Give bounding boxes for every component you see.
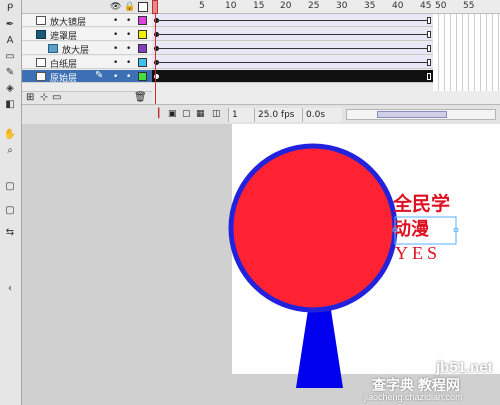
layer-name: 原始层 [50, 74, 78, 84]
frame-span[interactable] [152, 28, 433, 41]
text-tool-icon[interactable]: A [2, 34, 18, 48]
lasso-tool-icon[interactable]: ᑭ [2, 2, 18, 16]
masked-layer-icon [48, 44, 58, 53]
layer-row[interactable]: 白纸层 • • [22, 56, 152, 70]
stage-text-line2: 动漫 [393, 219, 430, 239]
mask-layer-icon [36, 30, 46, 39]
pencil-icon: ✎ [95, 70, 104, 81]
visibility-dot[interactable]: • [113, 58, 118, 68]
pen-tool-icon[interactable]: ✒ [2, 18, 18, 32]
frame-ruler[interactable]: 5 10 15 20 25 30 35 40 45 50 55 [152, 0, 500, 14]
layer-color-swatch[interactable] [138, 58, 147, 67]
eye-icon[interactable]: 👁 [110, 2, 121, 12]
ruler-number: 15 [253, 1, 265, 11]
layer-name: 放大镜层 [50, 18, 87, 28]
ruler-number: 5 [199, 1, 205, 11]
pencil-tool-icon[interactable]: ✎ [2, 66, 18, 80]
layer-name: 白纸层 [50, 60, 78, 70]
ruler-number: 45 [420, 1, 432, 11]
trash-icon[interactable]: 🗑 [134, 92, 147, 103]
timeline-status-bar: ┃ ▣ ▢ ▦ ◫ 1 25.0 fps 0.0s [22, 104, 500, 124]
stage-text-line1: 全民学 [392, 192, 450, 215]
ruler-number: 10 [225, 1, 237, 11]
layer-footer: ⊞ ⊹ ▭ 🗑 [22, 91, 152, 104]
rectangle-tool-icon[interactable]: ▭ [2, 50, 18, 64]
layer-icon [36, 16, 46, 25]
onion-outline-icon[interactable]: ▢ [182, 109, 191, 119]
layer-header: 👁 🔒 [22, 0, 152, 14]
layer-color-swatch[interactable] [138, 72, 147, 81]
timeline-panel: 👁 🔒 5 10 15 20 25 30 35 40 45 50 55 放大镜层… [22, 0, 500, 124]
magnifier-handle [296, 310, 343, 388]
layer-name: 放大层 [62, 46, 90, 56]
onion-markers-icon[interactable]: ◫ [212, 109, 221, 119]
empty-frames-grid[interactable] [433, 14, 500, 91]
outline-icon[interactable] [138, 2, 148, 12]
visibility-dot[interactable]: • [113, 72, 118, 82]
layer-color-swatch[interactable] [138, 16, 147, 25]
lock-dot[interactable]: • [126, 72, 131, 82]
ruler-number: 25 [308, 1, 320, 11]
edit-multiple-icon[interactable]: ▦ [196, 109, 205, 119]
ruler-number: 35 [364, 1, 376, 11]
current-frame: 1 [228, 108, 254, 122]
ruler-number: 50 [435, 1, 447, 11]
stage-text-line3: YES [395, 243, 441, 263]
layer-row-selected[interactable]: 原始层 ✎ • • [22, 70, 152, 84]
layer-color-swatch[interactable] [138, 44, 147, 53]
timeline-scrollbar[interactable] [346, 109, 496, 120]
stage-artwork: 全民学 动漫 YES [228, 143, 459, 388]
elapsed-time: 0.0s [302, 108, 342, 122]
lock-icon[interactable]: 🔒 [124, 2, 135, 12]
visibility-dot[interactable]: • [113, 30, 118, 40]
ruler-number: 20 [280, 1, 292, 11]
layer-row[interactable]: 遮罩层 • • [22, 28, 152, 42]
center-frame-icon[interactable]: ┃ [156, 109, 161, 119]
add-layer-icon[interactable]: ⊞ [26, 92, 34, 103]
onion-skin-icon[interactable]: ▣ [168, 109, 177, 119]
ruler-number: 55 [463, 1, 475, 11]
lock-dot[interactable]: • [126, 58, 131, 68]
ruler-number: 40 [392, 1, 404, 11]
paint-bucket-icon[interactable]: ◈ [2, 82, 18, 96]
playhead[interactable] [152, 0, 158, 14]
watermark-site: jb51.net [436, 359, 493, 376]
visibility-dot[interactable]: • [113, 44, 118, 54]
scrollbar-thumb[interactable] [377, 111, 447, 118]
layer-icon [36, 72, 46, 81]
layer-row[interactable]: 放大层 • • [22, 42, 152, 56]
frame-span[interactable] [152, 56, 433, 69]
visibility-dot[interactable]: • [113, 16, 118, 26]
eraser-tool-icon[interactable]: ◧ [2, 98, 18, 112]
frame-span[interactable] [152, 14, 433, 27]
layer-color-swatch[interactable] [138, 30, 147, 39]
add-guide-icon[interactable]: ⊹ [40, 92, 48, 103]
frame-span[interactable] [152, 42, 433, 55]
layer-row[interactable]: 放大镜层 • • [22, 14, 152, 28]
lock-dot[interactable]: • [126, 16, 131, 26]
lock-dot[interactable]: • [126, 30, 131, 40]
ruler-number: 30 [336, 1, 348, 11]
layer-name: 遮罩层 [50, 32, 78, 42]
frame-span-selected[interactable] [152, 70, 433, 83]
watermark-url: jiaocheng.chazidian.com [364, 392, 463, 402]
layer-icon [36, 58, 46, 67]
lock-dot[interactable]: • [126, 44, 131, 54]
frame-rate: 25.0 fps [254, 108, 302, 122]
add-folder-icon[interactable]: ▭ [52, 92, 61, 103]
magnifier-lens [228, 143, 398, 313]
